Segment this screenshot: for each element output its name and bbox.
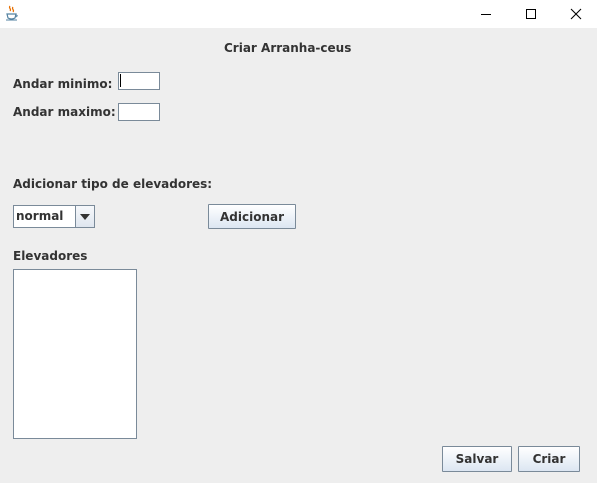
elevator-type-combobox[interactable]: normal: [13, 205, 95, 228]
max-floor-input[interactable]: [118, 103, 160, 121]
text-caret: [120, 74, 121, 87]
form-title: Criar Arranha-ceus: [224, 41, 352, 55]
max-floor-label: Andar maximo:: [13, 105, 116, 119]
minimize-button[interactable]: [463, 0, 509, 28]
min-floor-input[interactable]: [118, 72, 160, 90]
minimize-icon: [481, 14, 491, 15]
elevators-list[interactable]: [13, 269, 137, 439]
maximize-icon: [526, 9, 536, 19]
min-floor-label: Andar minimo:: [13, 77, 113, 91]
combobox-arrow-button[interactable]: [75, 206, 94, 227]
window-titlebar: [0, 0, 597, 28]
add-button[interactable]: Adicionar: [208, 204, 296, 229]
close-icon: [570, 8, 582, 20]
create-button[interactable]: Criar: [518, 446, 580, 472]
chevron-down-icon: [80, 214, 90, 220]
java-cup-icon: [5, 5, 19, 21]
save-button[interactable]: Salvar: [442, 446, 512, 472]
close-button[interactable]: [553, 0, 597, 28]
add-elevator-type-label: Adicionar tipo de elevadores:: [13, 177, 213, 191]
maximize-button[interactable]: [508, 0, 554, 28]
elevators-label: Elevadores: [13, 249, 88, 263]
elevator-type-selected: normal: [16, 209, 64, 223]
